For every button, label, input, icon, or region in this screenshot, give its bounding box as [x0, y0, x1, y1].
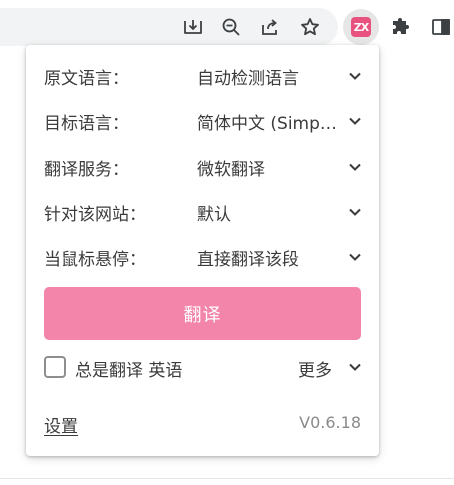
install-app-icon[interactable]	[180, 14, 206, 40]
translate-extension-popup: 原文语言： 自动检测语言 目标语言： 简体中文 (Simplified Chin…	[26, 45, 379, 456]
source-language-label: 原文语言：	[44, 68, 129, 89]
mouse-hover-select[interactable]: 直接翻译该段	[197, 245, 337, 270]
chevron-down-icon[interactable]	[348, 360, 362, 374]
always-translate-checkbox[interactable]	[44, 356, 66, 378]
target-language-select[interactable]: 简体中文 (Simplified Chinese)	[197, 109, 337, 134]
translate-button[interactable]: 翻译	[44, 287, 361, 340]
chevron-down-icon[interactable]	[348, 205, 362, 219]
page-bottom-divider	[0, 478, 454, 479]
puzzle-extensions-icon[interactable]	[388, 14, 414, 40]
translation-service-row[interactable]: 翻译服务： 微软翻译	[44, 152, 362, 182]
mouse-hover-label: 当鼠标悬停：	[44, 249, 146, 270]
chevron-down-icon[interactable]	[348, 69, 362, 83]
chevron-down-icon[interactable]	[348, 160, 362, 174]
settings-link[interactable]: 设置	[44, 412, 78, 437]
always-translate-row: 总是翻译 英语 更多	[44, 352, 362, 382]
chevron-down-icon[interactable]	[348, 250, 362, 264]
chevron-down-icon[interactable]	[348, 114, 362, 128]
share-icon[interactable]	[257, 14, 283, 40]
extension-logo-icon: ZX	[351, 17, 371, 37]
translation-service-label: 翻译服务：	[44, 159, 129, 180]
site-rule-row[interactable]: 针对该网站： 默认	[44, 197, 362, 227]
site-rule-label: 针对该网站：	[44, 204, 146, 225]
bookmark-star-icon[interactable]	[297, 14, 323, 40]
address-bar[interactable]	[0, 8, 338, 46]
side-panel-icon[interactable]	[428, 14, 454, 40]
extension-button-active[interactable]: ZX	[343, 9, 379, 45]
version-label: V0.6.18	[299, 413, 361, 432]
target-language-label: 目标语言：	[44, 113, 129, 134]
mouse-hover-row[interactable]: 当鼠标悬停： 直接翻译该段	[44, 242, 362, 272]
target-language-row[interactable]: 目标语言： 简体中文 (Simplified Chinese)	[44, 106, 362, 136]
translation-service-select[interactable]: 微软翻译	[197, 155, 337, 180]
always-translate-label[interactable]: 总是翻译 英语	[75, 356, 182, 381]
site-rule-select[interactable]: 默认	[197, 200, 337, 225]
source-language-row[interactable]: 原文语言： 自动检测语言	[44, 61, 362, 91]
zoom-out-icon[interactable]	[218, 14, 244, 40]
more-button[interactable]: 更多	[298, 356, 332, 381]
source-language-select[interactable]: 自动检测语言	[197, 64, 337, 89]
